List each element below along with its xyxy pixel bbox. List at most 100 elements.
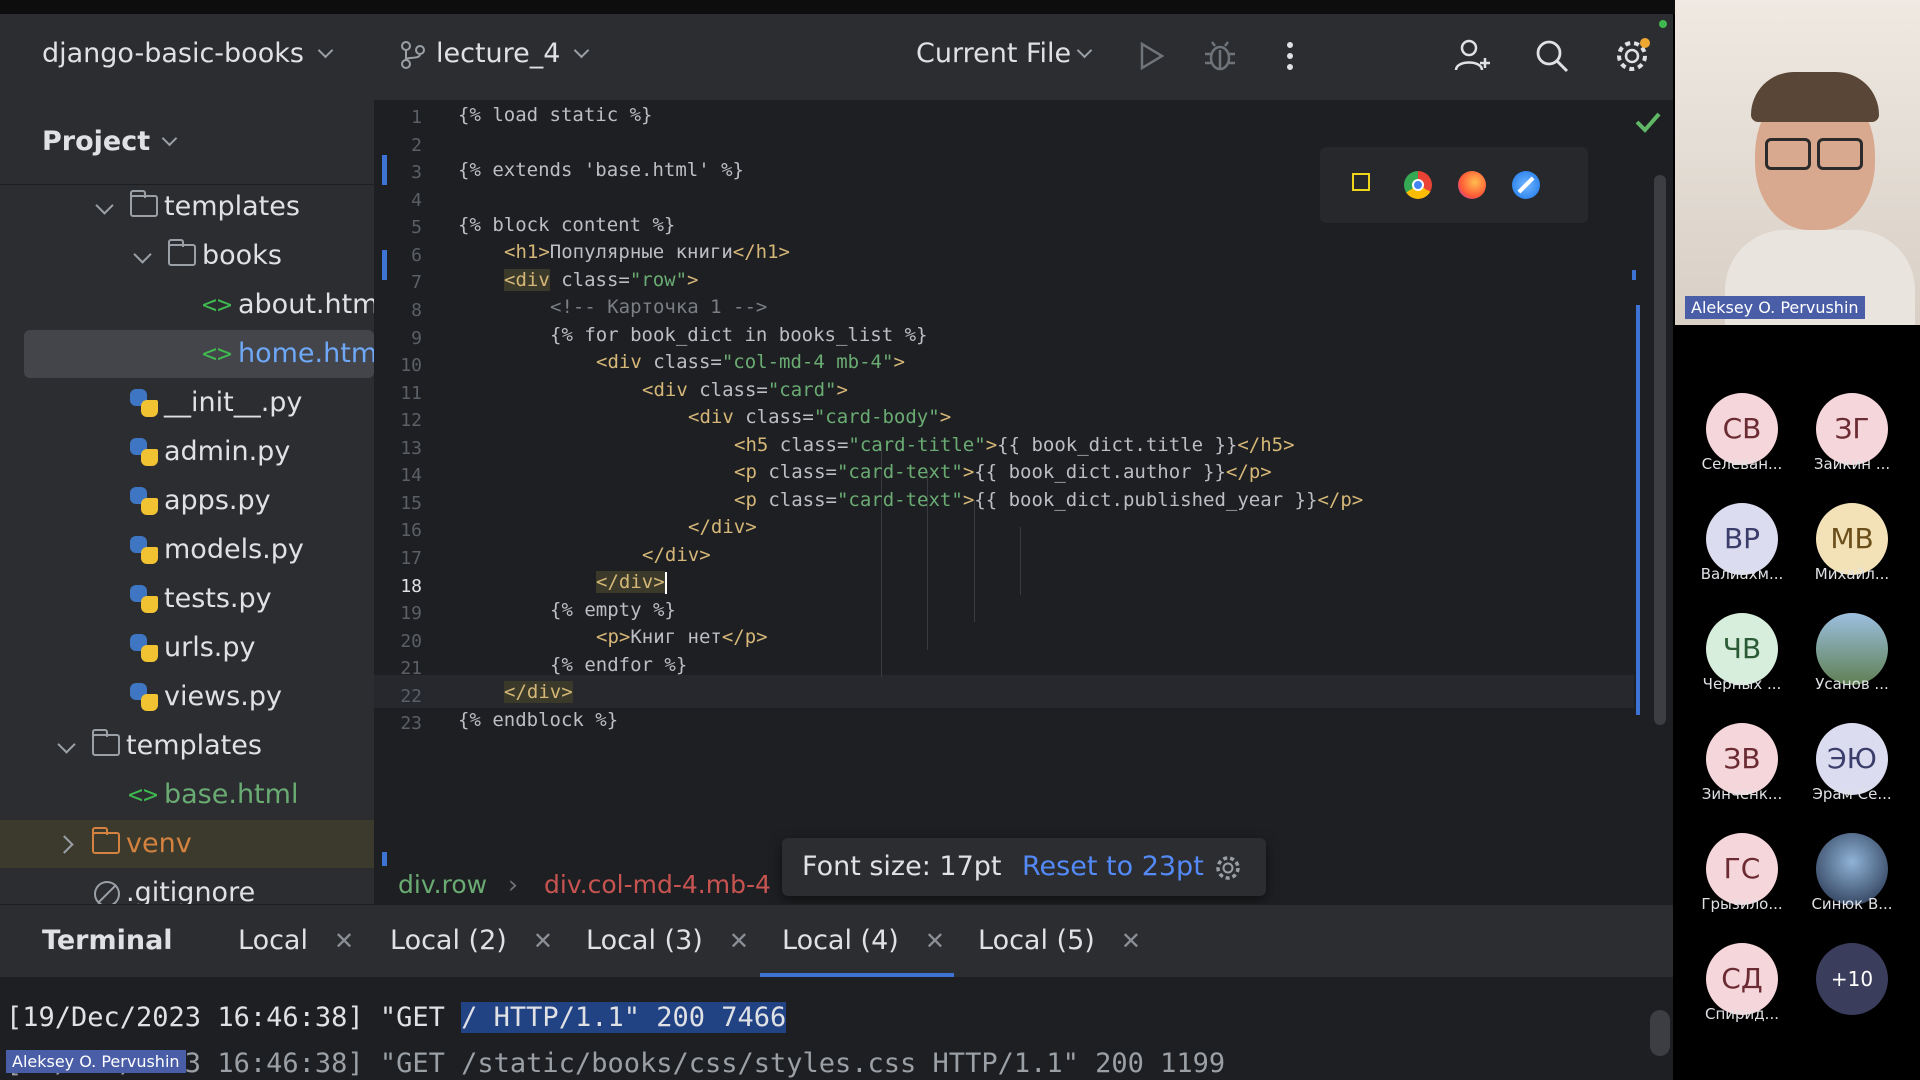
participant-name: Михайл... [1814, 565, 1890, 583]
terminal-tab-local-3[interactable]: Local (3) ✕ [586, 925, 749, 956]
tree-item-admin-py[interactable]: admin.py [0, 428, 374, 476]
tree-item-label: models.py [164, 534, 304, 565]
tree-item-label: about.html [238, 289, 374, 320]
code-attr: class= [756, 489, 837, 511]
tree-item-home-html[interactable]: <> home.html [24, 330, 374, 378]
line-number: 6 [411, 245, 422, 266]
no-problems-check-icon[interactable] [1634, 110, 1662, 134]
editor-scrollbar[interactable] [1654, 175, 1666, 725]
code-tag: </p> [1317, 489, 1364, 511]
debug-icon[interactable] [1200, 36, 1240, 76]
text-caret [664, 571, 667, 594]
terminal-scrollbar[interactable] [1650, 1010, 1670, 1056]
code-line-10: <div class="col-md-4 mb-4"> [596, 351, 905, 373]
code-line-16: </div> [688, 516, 757, 538]
code-string: "card-body" [813, 406, 940, 428]
tree-item-tests-py[interactable]: tests.py [0, 575, 374, 623]
line-number: 13 [400, 438, 422, 459]
line-number: 4 [411, 190, 422, 211]
more-participants-button[interactable]: +10 [1816, 943, 1888, 1015]
code-line-15: <p class="card-text">{{ book_dict.publis… [734, 489, 1363, 511]
code-string: "card" [767, 379, 837, 401]
participant-name: Усанов ... [1815, 675, 1889, 693]
code-tag: </div> [642, 544, 711, 566]
tab-label: Local (5) [978, 925, 1095, 956]
breadcrumb-item[interactable]: div.col-md-4.mb-4 [544, 870, 771, 899]
chevron-down-icon [95, 196, 114, 215]
breadcrumb-item[interactable]: div.row [398, 870, 487, 899]
font-size-label: Font size: 17pt [802, 851, 1002, 882]
project-switcher[interactable]: django-basic-books [42, 38, 334, 69]
close-icon[interactable]: ✕ [1121, 927, 1141, 955]
tree-item-venv[interactable]: venv [0, 820, 374, 868]
tree-item-views-py[interactable]: views.py [0, 673, 374, 721]
terminal-tab-local-4[interactable]: Local (4) ✕ [782, 925, 945, 956]
chevron-down-icon [133, 245, 152, 264]
line-number: 2 [411, 135, 422, 156]
chevron-right-icon [55, 835, 74, 854]
close-icon[interactable]: ✕ [334, 927, 354, 955]
tree-item-label: urls.py [164, 632, 256, 663]
folder-icon [92, 729, 120, 756]
terminal-output[interactable]: [19/Dec/2023 16:46:38] "GET / HTTP/1.1" … [0, 1000, 1673, 1080]
firefox-icon[interactable] [1458, 171, 1486, 199]
python-file-icon [130, 536, 158, 564]
code-attr: class= [756, 461, 837, 483]
built-in-preview-icon[interactable] [1352, 173, 1370, 191]
close-icon[interactable]: ✕ [533, 927, 553, 955]
open-in-browser-popup [1320, 147, 1588, 223]
tree-item-templates[interactable]: templates [0, 183, 374, 231]
more-options-icon[interactable] [1270, 36, 1310, 76]
tree-item-label: admin.py [164, 436, 291, 467]
line-number: 19 [400, 603, 422, 624]
code-text: Популярные книги [549, 241, 733, 263]
run-icon[interactable] [1130, 36, 1170, 76]
chevron-down-icon [574, 42, 590, 59]
code-line-17: </div> [642, 544, 711, 566]
code-attr: class= [687, 379, 768, 401]
terminal-title: Terminal [42, 925, 173, 956]
tree-item-about-html[interactable]: <> about.html [0, 281, 374, 329]
code-line-23: {% endblock %} [458, 709, 618, 731]
code-text: {{ book_dict.title }} [997, 434, 1238, 456]
tab-label: Local [238, 925, 308, 956]
settings-gear-icon[interactable] [1612, 36, 1652, 76]
participant-name: Зинченк... [1701, 785, 1783, 803]
code-tag: <p [734, 489, 757, 511]
tree-item-urls-py[interactable]: urls.py [0, 624, 374, 672]
add-user-icon[interactable] [1452, 36, 1492, 76]
project-panel: Project templates books <> about.html <>… [0, 100, 374, 918]
terminal-tab-local[interactable]: Local ✕ [238, 925, 354, 956]
terminal-text: [19/Dec/2023 16:46:38] "GET [6, 1002, 462, 1033]
line-number: 8 [411, 300, 422, 321]
terminal-tab-local-2[interactable]: Local (2) ✕ [390, 925, 553, 956]
tree-item-templates-root[interactable]: templates [0, 722, 374, 770]
tree-item-apps-py[interactable]: apps.py [0, 477, 374, 525]
tree-item-label: templates [126, 730, 262, 761]
tree-item-init-py[interactable]: __init__.py [0, 379, 374, 427]
chevron-down-icon [57, 735, 76, 754]
terminal-tab-local-5[interactable]: Local (5) ✕ [978, 925, 1141, 956]
tree-item-models-py[interactable]: models.py [0, 526, 374, 574]
tree-item-books[interactable]: books [0, 232, 374, 280]
run-config-selector[interactable]: Current File [916, 38, 1093, 69]
gear-icon[interactable] [1214, 854, 1242, 882]
branch-switcher[interactable]: lecture_4 [400, 38, 590, 70]
python-file-icon [130, 585, 158, 613]
close-icon[interactable]: ✕ [729, 927, 749, 955]
project-panel-title[interactable]: Project [42, 126, 178, 157]
code-line-22: </div> [504, 681, 573, 703]
code-line-14: <p class="card-text">{{ book_dict.author… [734, 461, 1272, 483]
chrome-icon[interactable] [1404, 171, 1432, 199]
reset-font-size-link[interactable]: Reset to 23pt [1022, 838, 1204, 896]
search-icon[interactable] [1532, 36, 1572, 76]
code-tag: <p> [596, 626, 631, 648]
tree-item-base-html[interactable]: <> base.html [0, 771, 374, 819]
line-number: 20 [400, 631, 422, 652]
active-tab-indicator [760, 973, 954, 977]
close-icon[interactable]: ✕ [925, 927, 945, 955]
scroll-marker [1636, 305, 1640, 715]
line-number: 11 [400, 383, 422, 404]
participant-name: Грызило... [1701, 895, 1783, 913]
safari-icon[interactable] [1512, 171, 1540, 199]
